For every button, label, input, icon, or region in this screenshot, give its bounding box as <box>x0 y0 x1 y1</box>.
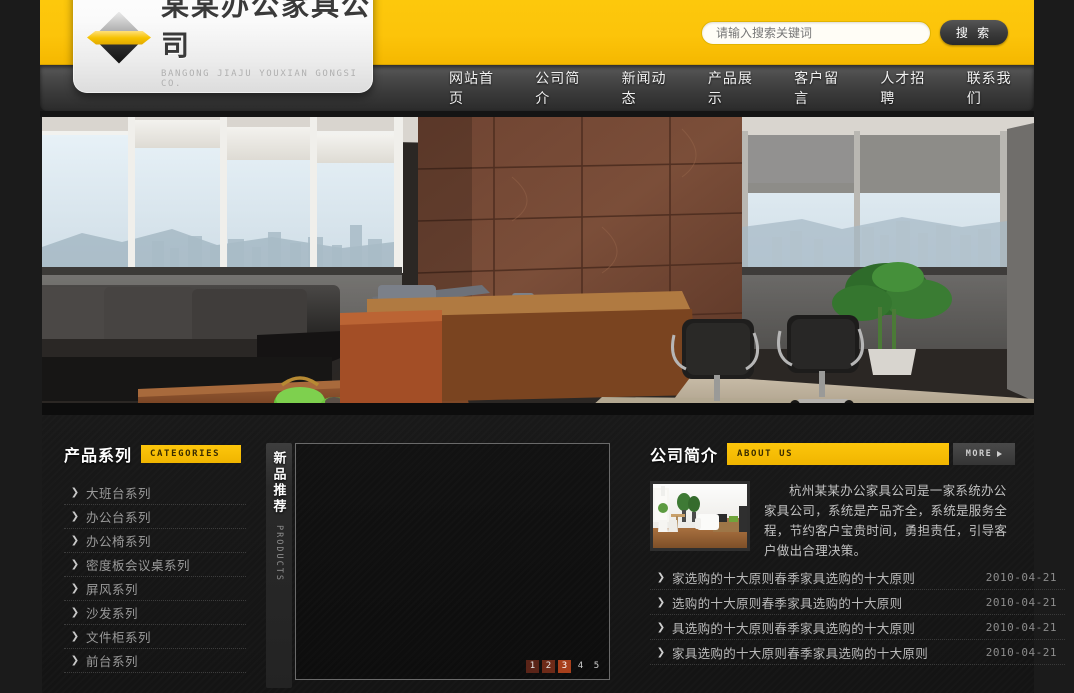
company-name-cn: 某某办公家具公司 <box>161 0 372 61</box>
nav-item-jobs[interactable]: 人才招聘 <box>861 68 947 108</box>
main-navigation: 网站首页 公司简介 新闻动态 产品展示 客户留言 人才招聘 联系我们 <box>430 65 1034 111</box>
logo-plate[interactable]: 某某办公家具公司 BANGONG JIAJU YOUXIAN GONGSI CO… <box>73 0 373 93</box>
nav-item-contact[interactable]: 联系我们 <box>948 68 1034 108</box>
category-label: 密度板会议桌系列 <box>86 559 191 573</box>
news-date: 2010-04-21 <box>985 645 1057 659</box>
categories-panel: 产品系列 CATEGORIES ❯ 大班台系列 ❯ 办公台系列 ❯ 办公椅系列 … <box>64 443 246 673</box>
nav-item-home[interactable]: 网站首页 <box>430 68 516 108</box>
list-item[interactable]: ❯ 家选购的十大原则春季家具选购的十大原则 2010-04-21 <box>650 565 1065 590</box>
news-date: 2010-04-21 <box>985 595 1057 609</box>
products-title-en: PRODUCTS <box>274 525 284 582</box>
slideshow-page-2[interactable]: 2 <box>542 660 555 673</box>
chevron-right-icon: ❯ <box>656 646 666 658</box>
products-title-cn: 新品推荐 <box>271 451 287 515</box>
slideshow-page-1[interactable]: 1 <box>526 660 539 673</box>
products-vertical-tab[interactable]: 新品推荐 PRODUCTS <box>266 443 292 688</box>
about-title-en: ABOUT US <box>737 449 794 459</box>
news-title: 家具选购的十大原则春季家具选购的十大原则 <box>672 646 929 661</box>
chevron-right-icon: ❯ <box>70 535 80 546</box>
list-item[interactable]: ❯ 大班台系列 <box>64 481 246 505</box>
list-item[interactable]: ❯ 密度板会议桌系列 <box>64 553 246 577</box>
diamond-logo-icon <box>87 7 151 69</box>
nav-item-message[interactable]: 客户留言 <box>775 68 861 108</box>
nav-item-about[interactable]: 公司简介 <box>516 68 602 108</box>
slideshow-page-5[interactable]: 5 <box>590 660 603 673</box>
chevron-right-icon: ❯ <box>656 596 666 608</box>
about-thumbnail-image[interactable] <box>650 481 750 551</box>
category-label: 办公台系列 <box>86 511 152 525</box>
product-slideshow[interactable]: 1 2 3 4 5 <box>295 443 610 680</box>
categories-title-en: CATEGORIES <box>141 445 242 463</box>
page-root: 某某办公家具公司 BANGONG JIAJU YOUXIAN GONGSI CO… <box>0 0 1074 693</box>
news-title: 选购的十大原则春季家具选购的十大原则 <box>672 596 903 611</box>
categories-title-cn: 产品系列 <box>64 448 133 465</box>
news-date: 2010-04-21 <box>985 570 1057 584</box>
about-header: 公司简介 ABOUT US MORE <box>650 443 1015 465</box>
category-label: 大班台系列 <box>86 487 152 501</box>
chevron-right-icon: ❯ <box>656 621 666 633</box>
category-label: 沙发系列 <box>86 607 139 621</box>
main-content: 产品系列 CATEGORIES ❯ 大班台系列 ❯ 办公台系列 ❯ 办公椅系列 … <box>42 415 1065 693</box>
list-item[interactable]: ❯ 具选购的十大原则春季家具选购的十大原则 2010-04-21 <box>650 615 1065 640</box>
more-label: MORE <box>965 449 993 459</box>
list-item[interactable]: ❯ 屏风系列 <box>64 577 246 601</box>
categories-header: 产品系列 CATEGORIES <box>64 443 246 465</box>
company-name-en: BANGONG JIAJU YOUXIAN GONGSI CO. <box>161 69 358 89</box>
hero-banner-image[interactable] <box>42 117 1034 415</box>
list-item[interactable]: ❯ 文件柜系列 <box>64 625 246 649</box>
about-title-cn: 公司简介 <box>650 448 719 465</box>
list-item[interactable]: ❯ 办公台系列 <box>64 505 246 529</box>
about-body: 杭州某某办公家具公司是一家系统办公家具公司，系统是产品齐全，系统是服务全程，节约… <box>650 481 1015 561</box>
search-area: 搜 索 <box>701 20 1008 45</box>
logo-text-block: 某某办公家具公司 BANGONG JIAJU YOUXIAN GONGSI CO… <box>161 0 373 89</box>
category-label: 办公椅系列 <box>86 535 152 549</box>
news-date: 2010-04-21 <box>985 620 1057 634</box>
slideshow-page-4[interactable]: 4 <box>574 660 587 673</box>
about-description: 杭州某某办公家具公司是一家系统办公家具公司，系统是产品齐全，系统是服务全程，节约… <box>764 484 1008 558</box>
chevron-right-icon: ❯ <box>70 631 80 642</box>
search-button[interactable]: 搜 索 <box>940 20 1008 45</box>
news-title: 具选购的十大原则春季家具选购的十大原则 <box>672 621 916 636</box>
news-title: 家选购的十大原则春季家具选购的十大原则 <box>672 571 916 586</box>
categories-list: ❯ 大班台系列 ❯ 办公台系列 ❯ 办公椅系列 ❯ 密度板会议桌系列 ❯ 屏风系… <box>64 481 246 673</box>
chevron-right-icon: ❯ <box>70 487 80 498</box>
slideshow-page-3-active[interactable]: 3 <box>558 660 571 673</box>
list-item[interactable]: ❯ 沙发系列 <box>64 601 246 625</box>
about-title-bar: ABOUT US <box>727 443 949 465</box>
about-panel: 公司简介 ABOUT US MORE 杭州某某办公家具公司是一家系统办公家具公司… <box>650 443 1015 561</box>
left-rail <box>0 0 42 693</box>
nav-item-products[interactable]: 产品展示 <box>689 68 775 108</box>
chevron-right-icon: ❯ <box>656 571 666 583</box>
site-header: 某某办公家具公司 BANGONG JIAJU YOUXIAN GONGSI CO… <box>40 0 1034 117</box>
category-label: 前台系列 <box>86 655 139 669</box>
about-more-button[interactable]: MORE <box>953 443 1015 465</box>
chevron-right-icon: ❯ <box>70 559 80 570</box>
chevron-right-icon: ❯ <box>70 655 80 666</box>
chevron-right-icon: ❯ <box>70 607 80 618</box>
category-label: 文件柜系列 <box>86 631 152 645</box>
chevron-right-icon: ❯ <box>70 511 80 522</box>
slideshow-pagination: 1 2 3 4 5 <box>526 660 603 673</box>
chevron-right-icon: ❯ <box>70 583 80 594</box>
triangle-right-icon <box>997 451 1003 457</box>
list-item[interactable]: ❯ 前台系列 <box>64 649 246 673</box>
nav-item-news[interactable]: 新闻动态 <box>603 68 689 108</box>
news-list: ❯ 家选购的十大原则春季家具选购的十大原则 2010-04-21 ❯ 选购的十大… <box>650 565 1065 665</box>
search-input[interactable] <box>701 20 931 45</box>
list-item[interactable]: ❯ 家具选购的十大原则春季家具选购的十大原则 2010-04-21 <box>650 640 1065 665</box>
category-label: 屏风系列 <box>86 583 139 597</box>
list-item[interactable]: ❯ 选购的十大原则春季家具选购的十大原则 2010-04-21 <box>650 590 1065 615</box>
list-item[interactable]: ❯ 办公椅系列 <box>64 529 246 553</box>
